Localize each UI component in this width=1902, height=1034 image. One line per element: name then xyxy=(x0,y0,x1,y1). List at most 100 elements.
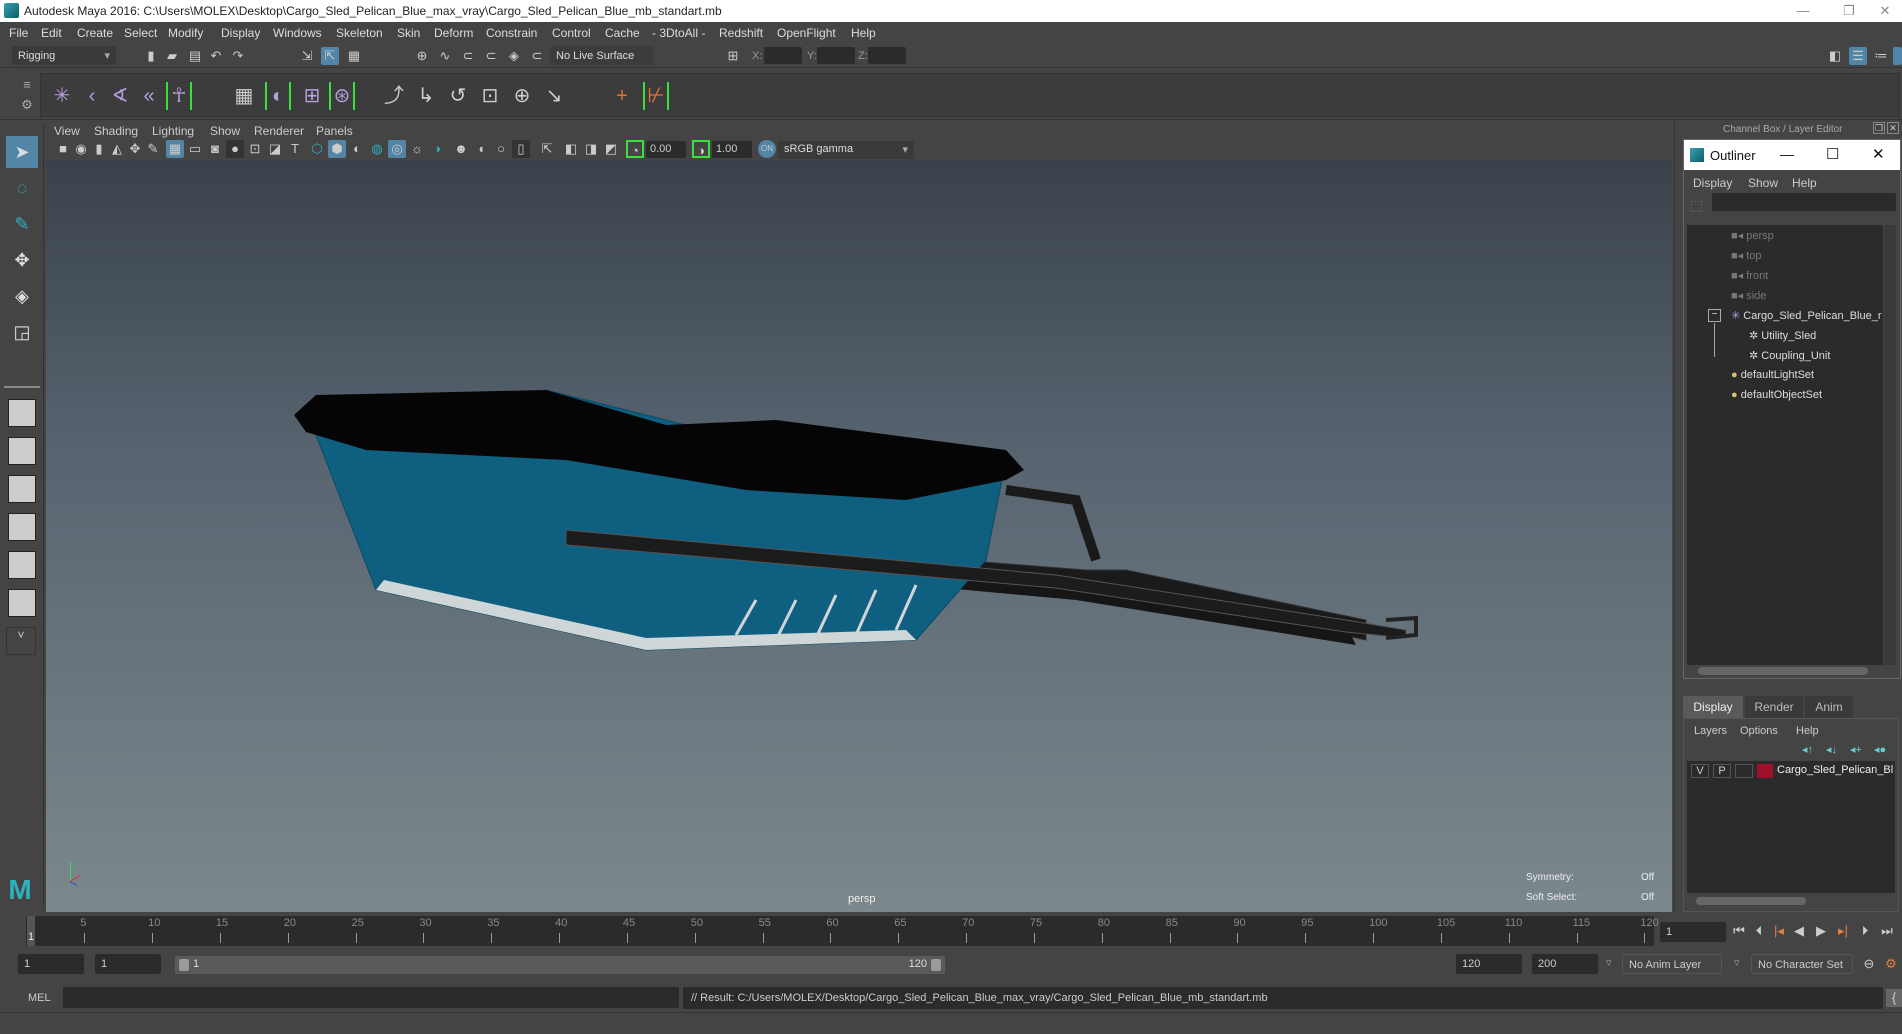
collapse-icon[interactable]: − xyxy=(1708,309,1721,322)
grease-pencil-icon[interactable]: ✎ xyxy=(144,140,162,158)
film-gate-icon[interactable]: ▭ xyxy=(186,140,204,158)
anim-layer-chevron-icon[interactable]: ▿ xyxy=(1606,956,1612,969)
layer-menu-help[interactable]: Help xyxy=(1796,725,1819,737)
layer-tab-render[interactable]: Render xyxy=(1745,696,1803,718)
gate-mask-icon[interactable]: ● xyxy=(226,140,244,158)
undo-icon[interactable]: ↶ xyxy=(207,47,225,65)
gamma-field[interactable]: 1.00 xyxy=(712,141,752,158)
current-frame-field[interactable]: 1 xyxy=(1660,922,1726,942)
anim-layer-dropdown[interactable]: No Anim Layer xyxy=(1622,954,1722,974)
single-pane-layout-icon[interactable] xyxy=(8,399,36,427)
menu-constrain[interactable]: Constrain xyxy=(486,26,537,40)
shelf-settings-icon[interactable]: ⚙ xyxy=(18,96,36,114)
menu-help[interactable]: Help xyxy=(851,26,876,40)
image-plane-icon[interactable]: ◭ xyxy=(108,140,126,158)
menu-3dtoall[interactable]: - 3DtoAll - xyxy=(652,26,705,40)
playback-start-field[interactable]: 1 xyxy=(95,954,161,974)
move-layer-up-icon[interactable]: ◂↑ xyxy=(1802,743,1813,756)
menu-deform[interactable]: Deform xyxy=(434,26,473,40)
insert-joint-icon[interactable]: « xyxy=(136,82,162,110)
layer-horizontal-scrollbar[interactable] xyxy=(1696,897,1806,905)
outliner-item-side[interactable]: ■◂ side xyxy=(1731,289,1766,302)
safe-action-icon[interactable]: ◪ xyxy=(266,140,284,158)
range-slider[interactable]: 1 120 xyxy=(175,956,945,974)
point-constraint-icon[interactable]: ↳ xyxy=(413,82,439,110)
wireframe-on-shaded-icon[interactable]: ◍ xyxy=(368,140,386,158)
command-input[interactable] xyxy=(63,987,679,1008)
menu-skeleton[interactable]: Skeleton xyxy=(336,26,383,40)
go-to-start-icon[interactable]: ⏮ xyxy=(1730,922,1748,940)
move-layer-down-icon[interactable]: ◂↓ xyxy=(1826,743,1837,756)
cluster-icon[interactable]: ⊛ xyxy=(329,82,355,110)
paint-weights-icon[interactable]: ▦ xyxy=(231,82,257,110)
new-scene-icon[interactable]: ▮ xyxy=(142,47,160,65)
color-management-toggle[interactable]: ON xyxy=(758,140,776,158)
animation-start-field[interactable]: 1 xyxy=(18,954,84,974)
locator-icon[interactable]: + xyxy=(609,82,635,110)
go-to-end-icon[interactable]: ⏭ xyxy=(1878,922,1896,940)
layer-tab-anim[interactable]: Anim xyxy=(1805,696,1853,718)
filter-icon[interactable]: ⬚ xyxy=(1690,197,1703,214)
snap-vertex-icon[interactable]: ⊂ xyxy=(528,47,546,65)
layer-tab-display[interactable]: Display xyxy=(1683,696,1743,718)
playback-end-field[interactable]: 120 xyxy=(1456,954,1522,974)
snap-grid-icon[interactable]: ⊕ xyxy=(413,47,431,65)
pole-vector-icon[interactable]: ↘ xyxy=(541,82,567,110)
four-pane-layout-icon[interactable] xyxy=(8,437,36,465)
script-editor-icon[interactable]: { xyxy=(1886,989,1902,1007)
parent-constraint-icon[interactable]: ⤴ xyxy=(381,82,407,110)
move-tool-icon[interactable]: ✥ xyxy=(6,244,38,276)
panel-menu-renderer[interactable]: Renderer xyxy=(254,124,304,138)
smooth-bind-icon[interactable]: ◐ xyxy=(265,82,291,110)
outliner-horizontal-scrollbar[interactable] xyxy=(1698,667,1868,675)
scale-constraint-icon[interactable]: ⊡ xyxy=(477,82,503,110)
motion-blur-icon[interactable]: ◖ xyxy=(472,140,490,158)
orient-constraint-icon[interactable]: ↺ xyxy=(445,82,471,110)
xray-icon[interactable]: ◧ xyxy=(562,140,580,158)
play-forwards-icon[interactable]: ▶ xyxy=(1812,922,1830,940)
z-field[interactable] xyxy=(868,47,906,64)
perspective-viewport[interactable]: persp Symmetry: Off Soft Select: Off xyxy=(46,160,1672,912)
paint-select-tool-icon[interactable]: ✎ xyxy=(6,208,38,240)
outliner-item-default-object-set[interactable]: ● defaultObjectSet xyxy=(1731,389,1822,401)
panel-menu-show[interactable]: Show xyxy=(210,124,240,138)
x-field[interactable] xyxy=(764,47,802,64)
resolution-gate-icon[interactable]: ◙ xyxy=(206,140,224,158)
outliner-minimize-button[interactable]: — xyxy=(1780,146,1794,162)
close-button[interactable]: ✕ xyxy=(1862,0,1902,22)
close-panel-icon[interactable]: ✕ xyxy=(1887,122,1899,134)
depth-of-field-icon[interactable]: ▯ xyxy=(512,140,530,158)
isolate-select-icon[interactable]: ⇱ xyxy=(538,140,556,158)
time-slider-track[interactable]: 1 5 10 15 20 25 30 35 40 45 50 55 60 65 70 75 80 85 90 95 1… xyxy=(26,916,1659,946)
menuset-dropdown[interactable]: Rigging ▾ xyxy=(12,46,116,65)
layer-row[interactable]: V P Cargo_Sled_Pelican_Bl xyxy=(1689,763,1895,781)
panel-menu-lighting[interactable]: Lighting xyxy=(152,124,194,138)
menu-create[interactable]: Create xyxy=(77,26,113,40)
minimize-button[interactable]: — xyxy=(1780,0,1826,22)
new-layer-selected-icon[interactable]: ◂● xyxy=(1874,743,1886,756)
new-layer-icon[interactable]: ◂+ xyxy=(1850,743,1862,756)
xray-active-icon[interactable]: ◨ xyxy=(582,140,600,158)
two-d-pan-icon[interactable]: ✥ xyxy=(126,140,144,158)
character-set-chevron-icon[interactable]: ▿ xyxy=(1734,956,1740,969)
outliner-persp-layout-icon[interactable] xyxy=(8,475,36,503)
snap-surface-icon[interactable]: ◈ xyxy=(505,47,523,65)
tool-settings-icon[interactable]: ≔ xyxy=(1872,47,1890,65)
live-surface-field[interactable]: No Live Surface xyxy=(550,46,654,65)
attribute-editor-icon[interactable]: ☰ xyxy=(1849,47,1867,65)
field-chart-icon[interactable]: ⊡ xyxy=(246,140,264,158)
layer-menu-layers[interactable]: Layers xyxy=(1694,725,1727,737)
play-backwards-icon[interactable]: ◀ xyxy=(1790,922,1808,940)
animation-end-field[interactable]: 200 xyxy=(1532,954,1598,974)
modeling-toolkit-icon[interactable]: ◧ xyxy=(1826,47,1844,65)
humanik-icon[interactable]: ☥ xyxy=(166,82,192,110)
wireframe-icon[interactable]: ⬡ xyxy=(308,140,326,158)
outliner-item-default-light-set[interactable]: ● defaultLightSet xyxy=(1731,369,1814,381)
outliner-item-utility-sled[interactable]: ✲ Utility_Sled xyxy=(1749,329,1816,342)
gamma-icon[interactable]: ◑ xyxy=(692,140,710,158)
auto-key-icon[interactable]: ⊖ xyxy=(1860,955,1878,973)
animation-preferences-icon[interactable]: ⚙ xyxy=(1882,955,1900,973)
xray-joints-icon[interactable]: ◩ xyxy=(602,140,620,158)
safe-title-icon[interactable]: T xyxy=(286,140,304,158)
menu-display[interactable]: Display xyxy=(221,26,260,40)
